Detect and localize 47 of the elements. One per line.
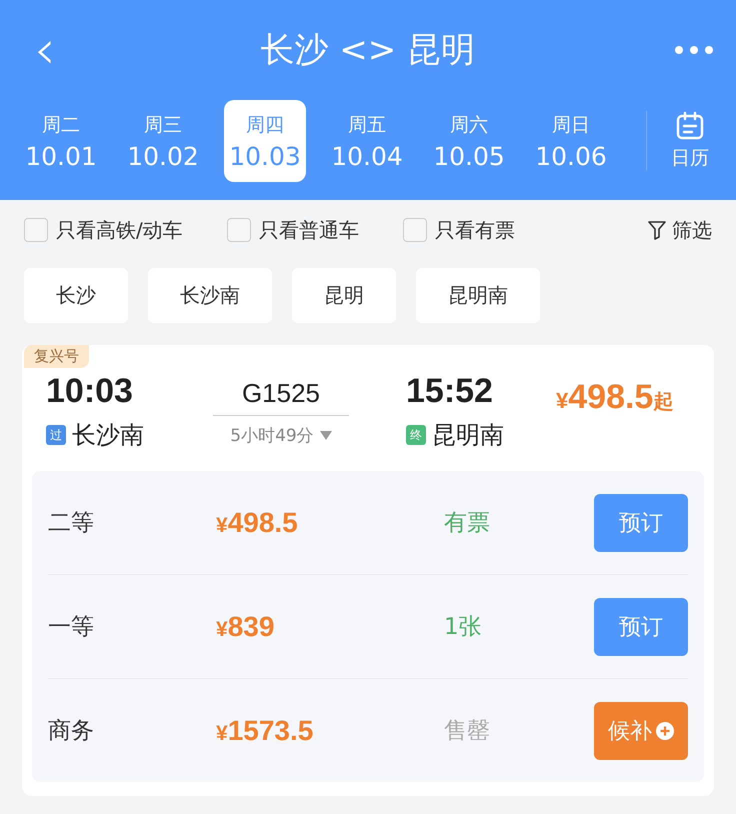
station-chip[interactable]: 长沙 [24,268,128,323]
train-number: G1525 [242,377,320,409]
checkbox-label: 只看普通车 [258,216,359,244]
checkbox-label: 只看高铁/动车 [56,216,183,244]
price-text: ¥498.5起 [556,377,674,417]
station-badge: 终 [406,425,426,445]
date-tab[interactable]: 周二 10.01 [20,100,102,182]
back-button[interactable]: ‹ [28,23,62,77]
seat-price: ¥839 [216,610,276,642]
calendar-icon [675,111,705,141]
station-chip[interactable]: 昆明 [292,268,396,323]
funnel-icon [648,220,666,240]
station-badge: 过 [46,425,66,445]
time-text: 15:52 [406,372,494,411]
caret-icon [320,431,332,440]
availability-text: 有票 [444,509,491,538]
station-chip[interactable]: 长沙南 [148,268,272,323]
waitlist-button[interactable]: 候补 [594,702,688,760]
checkbox-label: 只看有票 [434,216,515,244]
book-button[interactable]: 预订 [594,494,688,552]
date-tab[interactable]: 周六 10.05 [428,100,510,182]
duration-toggle[interactable]: 5小时49分 [230,424,332,447]
route-title: 长沙 <> 昆明 [260,29,476,72]
train-type-tag: 复兴号 [24,345,89,368]
checkbox[interactable] [24,218,48,242]
time-text: 10:03 [46,372,134,411]
station-name: 昆明南 [432,420,504,451]
seat-class: 二等 [48,509,95,538]
filter-button[interactable]: 筛选 [648,216,712,244]
seat-price: ¥1573.5 [216,714,314,746]
date-tab[interactable]: 周五 10.04 [326,100,408,182]
date-tab[interactable]: 周三 10.02 [122,100,204,182]
book-button[interactable]: 预订 [594,598,688,656]
seat-price: ¥498.5 [216,506,299,538]
calendar-button[interactable]: 日历 [646,111,709,171]
checkbox[interactable] [402,218,427,242]
plus-icon [656,722,674,740]
availability-text: 售罄 [444,717,491,746]
availability-text: 1张 [444,613,483,642]
date-tab[interactable]: 周四 10.03 [224,100,306,182]
checkbox[interactable] [226,218,251,242]
station-chip[interactable]: 昆明南 [416,268,540,323]
seat-class: 商务 [48,717,95,746]
date-tab[interactable]: 周日 10.06 [530,100,612,182]
station-name: 长沙南 [72,420,144,451]
seat-class: 一等 [48,613,95,642]
more-icon[interactable] [674,45,714,55]
